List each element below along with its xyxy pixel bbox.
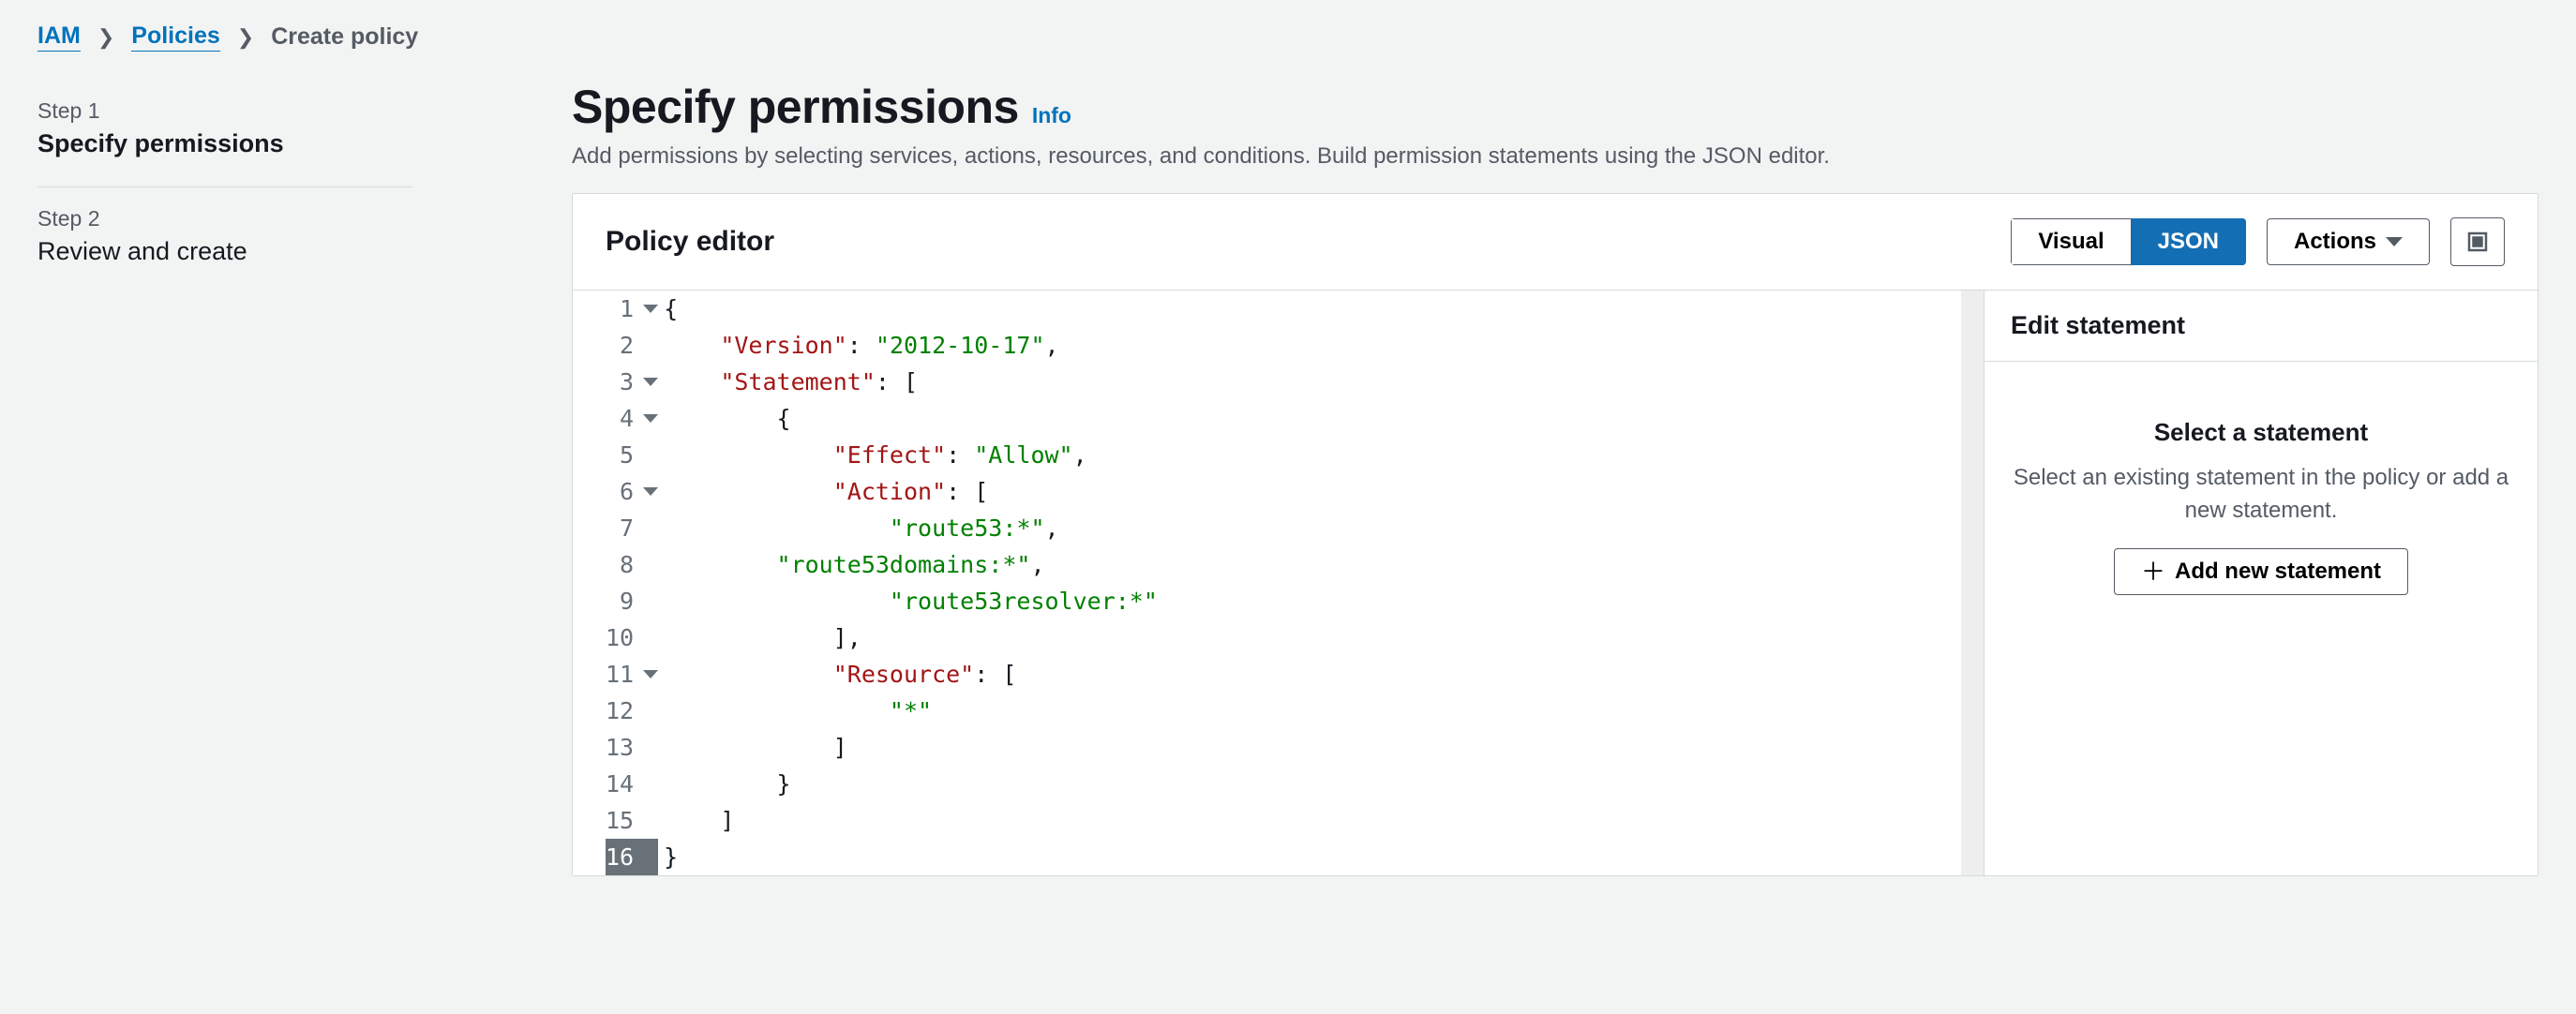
gutter-line[interactable]: 6 [606,473,658,510]
breadcrumb-policies-link[interactable]: Policies [131,22,220,52]
step-title: Review and create [37,237,412,266]
fold-icon[interactable] [643,487,658,496]
code-line[interactable]: "route53:*", [664,510,1955,546]
panel-title: Policy editor [606,226,774,258]
gutter-line[interactable]: 10 [606,619,658,656]
gutter-line[interactable]: 15 [606,802,658,839]
chevron-right-icon: ❯ [237,25,254,50]
breadcrumb: IAM ❯ Policies ❯ Create policy [0,0,2576,70]
scrollbar[interactable] [1961,291,1984,875]
page-subtitle: Add permissions by selecting services, a… [572,143,2539,170]
gutter-line[interactable]: 13 [606,729,658,766]
chevron-right-icon: ❯ [97,25,114,50]
add-new-statement-button[interactable]: ＋ Add new statement [2114,548,2408,595]
right-panel-title: Edit statement [1984,291,2538,362]
code-line[interactable]: { [664,400,1955,437]
code-line[interactable]: } [664,839,1955,875]
gutter-line[interactable]: 5 [606,437,658,473]
code-line[interactable]: ], [664,619,1955,656]
visual-tab[interactable]: Visual [2011,218,2131,265]
caret-down-icon [2386,237,2403,246]
step-title: Specify permissions [37,129,412,158]
fold-icon[interactable] [643,305,658,313]
step-label: Step 1 [37,98,412,124]
edit-statement-panel: Edit statement Select a statement Select… [1984,291,2538,875]
code-line[interactable]: "*" [664,693,1955,729]
actions-label: Actions [2294,229,2376,255]
divider [37,186,412,187]
fullscreen-button[interactable] [2450,217,2505,266]
gutter-line[interactable]: 14 [606,766,658,802]
fold-icon[interactable] [643,670,658,678]
step-1[interactable]: Step 1 Specify permissions [37,89,412,177]
page-title: Specify permissions [572,80,1019,134]
code-line[interactable]: } [664,766,1955,802]
gutter-line[interactable]: 11 [606,656,658,693]
gutter-line[interactable]: 1 [606,291,658,327]
toolbar: Visual JSON Actions [2011,217,2505,266]
gutter-line[interactable]: 2 [606,327,658,364]
code-line[interactable]: "Version": "2012-10-17", [664,327,1955,364]
add-statement-label: Add new statement [2175,559,2381,585]
breadcrumb-current: Create policy [271,23,418,51]
gutter-line[interactable]: 8 [606,546,658,583]
breadcrumb-iam-link[interactable]: IAM [37,22,81,52]
fold-icon[interactable] [643,378,658,386]
code-line[interactable]: "Effect": "Allow", [664,437,1955,473]
select-statement-title: Select a statement [2011,418,2511,447]
code-line[interactable]: ] [664,802,1955,839]
json-editor[interactable]: 12345678910111213141516 { "Version": "20… [573,291,1984,875]
gutter-line[interactable]: 16 [606,839,658,875]
gutter-line[interactable]: 9 [606,583,658,619]
fold-icon[interactable] [643,414,658,423]
gutter-line[interactable]: 4 [606,400,658,437]
plus-icon: ＋ [2141,559,2165,584]
code-line[interactable]: "route53resolver:*" [664,583,1955,619]
code-line[interactable]: "route53domains:*", [664,546,1955,583]
policy-editor-panel: Policy editor Visual JSON Actions [572,193,2539,876]
actions-dropdown[interactable]: Actions [2267,218,2430,265]
gutter-line[interactable]: 3 [606,364,658,400]
json-tab[interactable]: JSON [2132,218,2246,265]
gutter-line[interactable]: 12 [606,693,658,729]
info-link[interactable]: Info [1032,103,1071,128]
code-line[interactable]: ] [664,729,1955,766]
code-line[interactable]: "Action": [ [664,473,1955,510]
view-toggle: Visual JSON [2011,218,2246,265]
code-line[interactable]: { [664,291,1955,327]
code-line[interactable]: "Statement": [ [664,364,1955,400]
step-2[interactable]: Step 2 Review and create [37,197,412,285]
select-statement-sub: Select an existing statement in the poli… [2011,462,2511,528]
step-label: Step 2 [37,206,412,231]
fullscreen-icon [2466,231,2489,253]
code-line[interactable]: "Resource": [ [664,656,1955,693]
gutter-line[interactable]: 7 [606,510,658,546]
wizard-steps: Step 1 Specify permissions Step 2 Review… [37,70,412,285]
